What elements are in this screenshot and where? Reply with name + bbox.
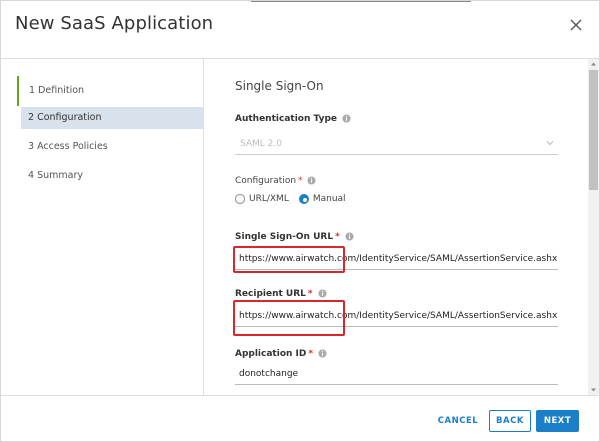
sso-url-input[interactable]: https://www.airwatch.com/IdentityService… bbox=[235, 248, 558, 270]
info-icon bbox=[342, 114, 351, 123]
info-icon bbox=[318, 349, 327, 358]
step-label: 2 Configuration bbox=[28, 112, 102, 123]
auth-type-label: Authentication Type bbox=[235, 114, 351, 124]
auth-type-value: SAML 2.0 bbox=[240, 139, 282, 149]
radio-url-xml[interactable]: URL/XML bbox=[235, 194, 289, 204]
application-id-input[interactable]: donotchange bbox=[235, 363, 558, 385]
recipient-url-label: Recipient URL * bbox=[235, 289, 327, 299]
configuration-label: Configuration * bbox=[235, 176, 316, 186]
step-summary[interactable]: 4 Summary bbox=[17, 165, 204, 187]
wizard-steps-nav: 1 Definition 2 Configuration 3 Access Po… bbox=[1, 59, 204, 395]
back-button[interactable]: BACK bbox=[489, 410, 531, 432]
recipient-url-input[interactable]: https://www.airwatch.com/IdentityService… bbox=[235, 305, 558, 327]
step-definition[interactable]: 1 Definition bbox=[17, 76, 204, 106]
radio-button-checked[interactable] bbox=[298, 194, 309, 204]
close-button[interactable] bbox=[566, 15, 586, 35]
section-title: Single Sign-On bbox=[235, 79, 324, 93]
radio-button[interactable] bbox=[235, 194, 245, 204]
scroll-down-arrow-icon[interactable] bbox=[588, 385, 599, 395]
content-scrollbar[interactable] bbox=[588, 59, 599, 395]
required-mark: * bbox=[298, 176, 303, 186]
chevron-down-icon bbox=[546, 141, 554, 146]
required-mark: * bbox=[335, 232, 340, 242]
dialog-title: New SaaS Application bbox=[15, 13, 214, 34]
step-access-policies[interactable]: 3 Access Policies bbox=[17, 136, 204, 158]
info-icon bbox=[307, 176, 316, 185]
cancel-button[interactable]: CANCEL bbox=[432, 410, 484, 432]
next-button[interactable]: NEXT bbox=[536, 410, 579, 432]
configuration-form: Single Sign-On Authentication Type SAML … bbox=[205, 59, 587, 395]
info-icon bbox=[318, 289, 327, 298]
required-mark: * bbox=[307, 289, 313, 299]
sso-url-label: Single Sign-On URL * bbox=[235, 232, 354, 242]
close-icon bbox=[570, 19, 582, 31]
configuration-radio-group: URL/XML Manual bbox=[235, 194, 356, 204]
info-icon bbox=[345, 232, 354, 241]
scroll-up-arrow-icon[interactable] bbox=[588, 59, 599, 69]
new-saas-application-dialog: New SaaS Application 1 Definition 2 Conf… bbox=[0, 0, 600, 442]
required-mark: * bbox=[308, 349, 314, 359]
step-label: 1 Definition bbox=[29, 85, 85, 96]
step-label: 3 Access Policies bbox=[28, 141, 108, 152]
application-id-label: Application ID * bbox=[235, 349, 327, 359]
dialog-body: 1 Definition 2 Configuration 3 Access Po… bbox=[1, 58, 600, 396]
top-edge-line bbox=[251, 1, 471, 2]
step-label: 4 Summary bbox=[28, 170, 83, 181]
radio-label: URL/XML bbox=[249, 194, 289, 204]
auth-type-select[interactable]: SAML 2.0 bbox=[235, 133, 558, 155]
radio-label: Manual bbox=[312, 194, 346, 204]
scrollbar-thumb[interactable] bbox=[589, 70, 598, 190]
radio-manual[interactable]: Manual bbox=[298, 194, 346, 204]
step-configuration[interactable]: 2 Configuration bbox=[21, 107, 204, 129]
